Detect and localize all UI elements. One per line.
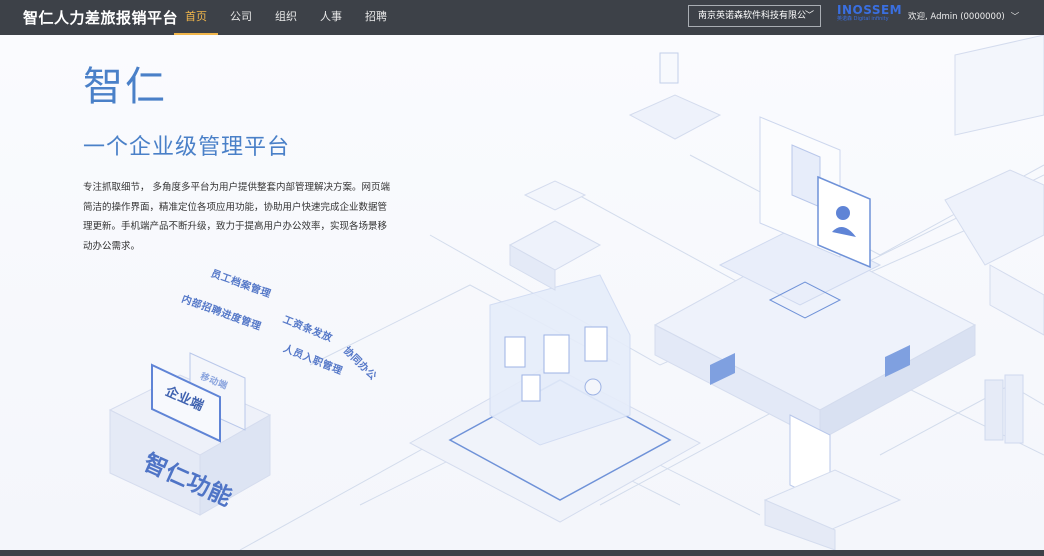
- left-small-cube: [523, 180, 587, 211]
- user-menu[interactable]: 欢迎, Admin (0000000) ﹀: [908, 10, 1019, 22]
- main-nav: 首页 公司 组织 人事 招聘: [174, 0, 399, 35]
- nav-item-company[interactable]: 公司: [219, 0, 263, 35]
- user-greeting: 欢迎, Admin (0000000): [908, 12, 1005, 22]
- chevron-down-icon: ﹀: [1010, 12, 1020, 22]
- company-select[interactable]: 南京英诺森软件科技有限公 ﹀: [688, 5, 821, 27]
- bottom-bar: [0, 550, 1044, 556]
- chevron-down-icon: ﹀: [804, 11, 814, 21]
- company-logo: INOSSEM 英诺森 Digital infinity: [837, 4, 902, 31]
- company-select-value: 南京英诺森软件科技有限公: [698, 11, 807, 21]
- top-platform: [508, 52, 722, 291]
- logo-subtext: 英诺森 Digital infinity: [837, 16, 889, 22]
- center-platform: [408, 274, 702, 523]
- logo-text: INOSSEM: [837, 3, 903, 17]
- hero-description: 专注抓取细节， 多角度多平台为用户提供整套内部管理解决方案。网页端简洁的操作界面…: [83, 182, 391, 252]
- hero-subtitle: 一个企业级管理平台: [83, 135, 291, 160]
- nav-item-organization[interactable]: 组织: [264, 0, 308, 35]
- app-title: 智仁人力差旅报销平台: [23, 9, 179, 27]
- bottom-document: [763, 414, 902, 550]
- home-hero: 智仁 一个企业级管理平台 专注抓取细节， 多角度多平台为用户提供整套内部管理解决…: [0, 35, 1044, 550]
- hero-title: 智仁: [83, 64, 167, 110]
- nav-item-home[interactable]: 首页: [174, 0, 218, 35]
- nav-item-recruitment[interactable]: 招聘: [354, 0, 398, 35]
- top-navigation-bar: 智仁人力差旅报销平台 首页 公司 组织 人事 招聘 南京英诺森软件科技有限公 ﹀…: [0, 0, 1044, 35]
- nav-item-personnel[interactable]: 人事: [309, 0, 353, 35]
- right-platform: [653, 116, 977, 441]
- right-edge-objects: [944, 35, 1044, 444]
